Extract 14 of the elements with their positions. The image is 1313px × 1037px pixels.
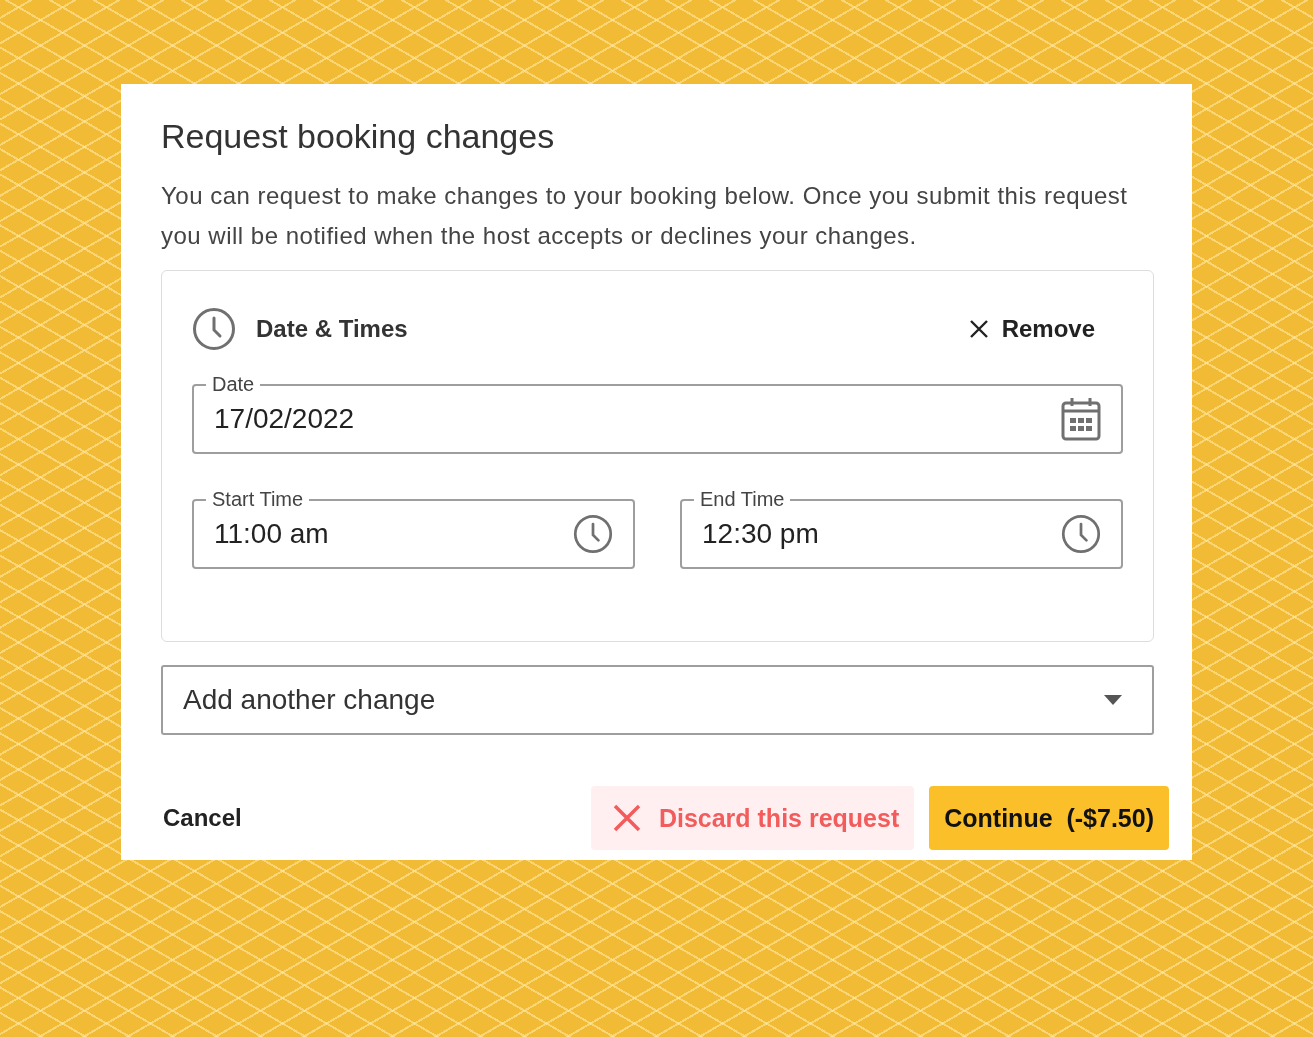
section-title: Date & Times [256,315,408,343]
change-dropdown[interactable]: Add another change [161,665,1154,735]
remove-button[interactable]: Remove [969,315,1095,343]
clock-icon [192,307,236,351]
caret-icon [1104,695,1122,705]
close-icon [969,320,988,338]
calendar-icon [1061,397,1101,441]
dialog-description: You can request to make changes to your booking below. Once you submit this request you will be notified when the host accepts or declines your changes. [161,181,1129,251]
cancel-button[interactable]: Cancel [163,804,242,832]
continue-button[interactable]: Continue (-$7.50) [929,786,1169,850]
dialog-title: Request booking changes [161,116,556,156]
clock-icon [1061,512,1101,556]
close-icon [612,804,641,832]
clock-icon [573,512,613,556]
